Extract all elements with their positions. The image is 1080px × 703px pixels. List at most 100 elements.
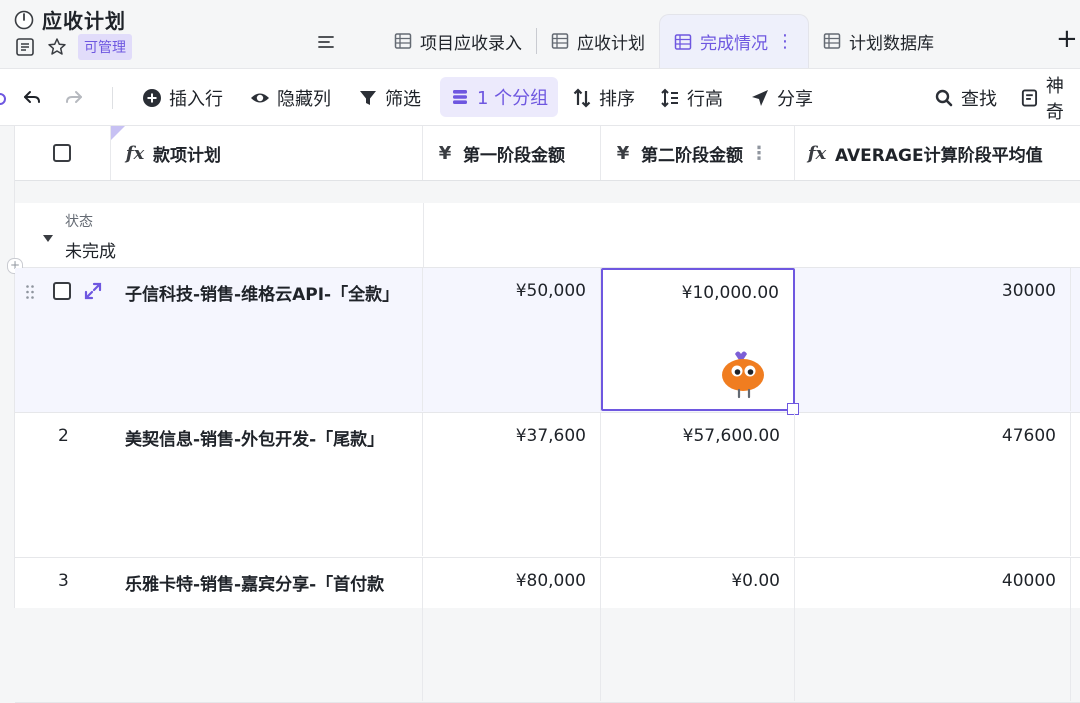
filter-button[interactable]: 筛选 bbox=[358, 69, 421, 126]
plan-name: 子信科技-销售-维格云API-「全款」 bbox=[125, 285, 400, 305]
table-row[interactable]: 2 美契信息-销售-外包开发-「尾款」 ¥37,600 ¥57,600.00 4… bbox=[15, 413, 1080, 558]
send-icon bbox=[752, 89, 768, 106]
average-cell[interactable]: 40000 bbox=[795, 558, 1071, 701]
group-header-cell: 状态 未完成 bbox=[15, 203, 424, 267]
mascot-sticker-icon bbox=[722, 351, 764, 399]
plan-cell[interactable]: 子信科技-销售-维格云API-「全款」 bbox=[111, 268, 423, 411]
tab-label: 计划数据库 bbox=[849, 33, 934, 54]
share-button[interactable]: 分享 bbox=[750, 69, 813, 126]
find-label: 查找 bbox=[961, 88, 997, 110]
column-header-plan[interactable]: fx 款项计划 bbox=[111, 126, 423, 180]
expand-record-icon[interactable] bbox=[83, 281, 103, 301]
view-tabs: 项目应收录入 应收计划 完成情况 ⋮ 计划数据库 bbox=[380, 14, 948, 68]
average-value: 40000 bbox=[1001, 571, 1056, 591]
permission-badge: 可管理 bbox=[78, 34, 132, 60]
grid-view-icon bbox=[674, 33, 692, 50]
plan-cell[interactable]: 美契信息-销售-外包开发-「尾款」 bbox=[111, 413, 423, 556]
hide-columns-label: 隐藏列 bbox=[277, 88, 331, 110]
clock-icon bbox=[14, 10, 34, 29]
insert-row-button[interactable]: 插入行 bbox=[142, 69, 223, 126]
stage1-amount: ¥37,600 bbox=[515, 426, 586, 446]
more-vertical-icon[interactable]: ⋮ bbox=[776, 31, 794, 52]
stage2-cell[interactable]: ¥0.00 bbox=[601, 558, 795, 701]
stage1-cell[interactable]: ¥37,600 bbox=[423, 413, 601, 556]
collapse-caret-icon[interactable] bbox=[43, 235, 53, 242]
row-checkbox[interactable] bbox=[53, 282, 71, 300]
stage1-amount: ¥50,000 bbox=[515, 281, 586, 301]
document-header: 应收计划 可管理 项目应收录入 应收计划 完成情况 ⋮ 计划数据库 + bbox=[0, 0, 1080, 68]
sidebar-toggle-handle[interactable] bbox=[0, 93, 6, 105]
find-button[interactable]: 查找 bbox=[934, 69, 997, 126]
plan-name: 美契信息-销售-外包开发-「尾款」 bbox=[125, 430, 385, 450]
group-field-value: 未完成 bbox=[65, 242, 116, 262]
select-all-cell bbox=[15, 126, 111, 180]
menu-icon[interactable] bbox=[316, 32, 336, 52]
row-index-cell bbox=[15, 268, 111, 411]
select-all-checkbox[interactable] bbox=[53, 144, 71, 162]
filter-icon bbox=[360, 90, 376, 105]
add-view-button[interactable]: + bbox=[1056, 26, 1078, 52]
search-icon bbox=[935, 89, 953, 106]
tab-completion-status[interactable]: 完成情况 ⋮ bbox=[659, 14, 809, 68]
table-row[interactable]: 3 乐雅卡特-销售-嘉宾分享-「首付款 ¥80,000 ¥0.00 40000 bbox=[15, 558, 1080, 703]
row-height-button[interactable]: 行高 bbox=[660, 69, 723, 126]
row-height-icon bbox=[661, 88, 678, 107]
stage2-cell[interactable]: ¥57,600.00 bbox=[601, 413, 795, 556]
average-value: 30000 bbox=[1001, 281, 1056, 301]
tab-receivable-plan[interactable]: 应收计划 bbox=[537, 14, 659, 68]
average-cell[interactable]: 30000 bbox=[795, 268, 1071, 411]
undo-icon bbox=[24, 90, 40, 103]
stage1-cell[interactable]: ¥50,000 bbox=[423, 268, 601, 411]
description-icon[interactable] bbox=[14, 36, 36, 58]
redo-button[interactable] bbox=[64, 69, 84, 126]
add-circle-icon bbox=[143, 88, 161, 107]
column-header-average[interactable]: fx AVERAGE计算阶段平均值 bbox=[795, 126, 1080, 180]
tab-label: 应收计划 bbox=[577, 33, 645, 54]
stage2-amount: ¥10,000.00 bbox=[681, 283, 779, 303]
data-grid: fx 款项计划 ¥ 第一阶段金额 ¥ 第二阶段金额 ⋮ fx AVERAGE计算… bbox=[7, 126, 1080, 703]
row-index-cell: 3 bbox=[15, 558, 111, 701]
tab-plan-database[interactable]: 计划数据库 bbox=[809, 14, 948, 68]
stage1-cell[interactable]: ¥80,000 bbox=[423, 558, 601, 701]
column-label: AVERAGE计算阶段平均值 bbox=[835, 145, 1043, 166]
toolbar-divider bbox=[112, 87, 113, 109]
row-height-label: 行高 bbox=[687, 88, 723, 110]
plan-cell[interactable]: 乐雅卡特-销售-嘉宾分享-「首付款 bbox=[111, 558, 423, 701]
stage2-amount: ¥0.00 bbox=[731, 571, 780, 591]
sort-label: 排序 bbox=[599, 88, 635, 110]
magic-form-button[interactable]: 神奇 bbox=[1020, 69, 1080, 126]
group-field-name: 状态 bbox=[65, 214, 93, 230]
grid-view-icon bbox=[394, 33, 412, 49]
group-label: 1 个分组 bbox=[477, 88, 549, 109]
formula-icon: fx bbox=[125, 142, 145, 164]
column-header-stage2[interactable]: ¥ 第二阶段金额 ⋮ bbox=[601, 126, 795, 180]
toolbar: 插入行 隐藏列 筛选 1 个分组 排序 行高 分享 查找 神奇 bbox=[0, 68, 1080, 126]
table-row[interactable]: 子信科技-销售-维格云API-「全款」 ¥50,000 ¥10,000.00 3… bbox=[15, 268, 1080, 415]
grid-view-icon bbox=[551, 33, 569, 49]
sort-button[interactable]: 排序 bbox=[572, 69, 635, 126]
currency-icon: ¥ bbox=[616, 142, 630, 164]
currency-icon: ¥ bbox=[438, 142, 452, 164]
document-title: 应收计划 bbox=[42, 9, 126, 33]
tab-label: 项目应收录入 bbox=[420, 33, 522, 54]
grid-view-icon bbox=[823, 33, 841, 49]
star-icon[interactable] bbox=[46, 36, 68, 58]
stage2-cell-selected[interactable]: ¥10,000.00 bbox=[601, 268, 799, 415]
average-cell[interactable]: 47600 bbox=[795, 413, 1071, 556]
column-header-stage1[interactable]: ¥ 第一阶段金额 bbox=[423, 126, 601, 180]
eye-icon bbox=[251, 93, 269, 102]
column-label: 第一阶段金额 bbox=[463, 145, 565, 166]
group-header-row[interactable]: 状态 未完成 bbox=[15, 203, 1080, 268]
stage1-amount: ¥80,000 bbox=[515, 571, 586, 591]
magic-form-label: 神奇 bbox=[1045, 75, 1064, 123]
group-button[interactable]: 1 个分组 bbox=[440, 77, 559, 117]
undo-button[interactable] bbox=[22, 69, 42, 126]
column-menu-icon[interactable]: ⋮ bbox=[750, 143, 768, 164]
hide-columns-button[interactable]: 隐藏列 bbox=[250, 69, 331, 126]
group-layers-icon bbox=[453, 90, 467, 104]
average-value: 47600 bbox=[1001, 426, 1056, 446]
drag-handle-icon[interactable] bbox=[25, 284, 35, 300]
tab-project-receivable-entry[interactable]: 项目应收录入 bbox=[380, 14, 536, 68]
column-header-row: fx 款项计划 ¥ 第一阶段金额 ¥ 第二阶段金额 ⋮ fx AVERAGE计算… bbox=[15, 126, 1080, 181]
column-label: 款项计划 bbox=[153, 145, 221, 166]
